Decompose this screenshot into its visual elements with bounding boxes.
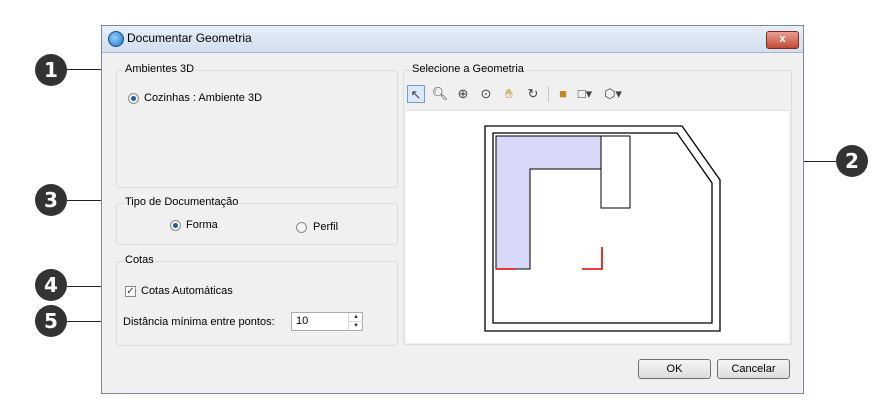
ambiente-item[interactable]: Cozinhas : Ambiente 3D [128,92,328,106]
floor-plan-drawing[interactable] [406,111,789,343]
documentar-geometria-dialog: Documentar Geometria x Ambientes 3D Cozi… [101,25,804,394]
distancia-stepper[interactable]: 10 ▲ ▼ [291,312,363,331]
highlighted-region [495,135,602,270]
distancia-value[interactable]: 10 [296,315,308,327]
title-bar[interactable]: Documentar Geometria x [102,26,803,53]
window-title: Documentar Geometria [127,31,252,45]
cotas-group [116,261,398,346]
cotas-automaticas-checkbox[interactable]: ✓ [125,286,136,297]
wireframe-view-icon[interactable]: □▾ [576,85,594,103]
app-icon [108,31,124,47]
ambiente-radio[interactable] [128,93,139,104]
ok-button[interactable]: OK [638,359,711,379]
zoom-window-icon[interactable]: ⊙ [477,85,495,103]
perfil-radio[interactable] [296,222,307,233]
tipo-legend: Tipo de Documentação [124,196,240,208]
close-button[interactable]: x [766,31,799,49]
callout-1: 1 [35,54,67,86]
select-arrow-icon[interactable]: ↖ [407,85,425,103]
geometria-legend: Selecione a Geometria [411,63,525,75]
callout-4: 4 [35,269,67,301]
spin-down-button[interactable]: ▼ [348,322,363,330]
zoom-realtime-icon[interactable]: 🔍︎ [431,85,449,103]
orbit-icon[interactable]: ↻ [524,85,542,103]
callout-2: 2 [836,145,868,177]
forma-label[interactable]: Forma [186,219,218,232]
toolbar-separator [548,86,549,102]
spin-up-button[interactable]: ▲ [348,313,363,322]
distancia-label: Distância mínima entre pontos: [123,316,275,328]
forma-radio[interactable] [170,220,181,231]
marker-red-right [582,247,603,270]
callout-5: 5 [35,305,67,337]
view-cube-icon[interactable]: ⬡▾ [604,85,622,103]
ambientes-legend: Ambientes 3D [124,63,196,75]
cancel-button[interactable]: Cancelar [717,359,790,379]
ambientes-group [116,70,398,188]
geometry-canvas[interactable] [406,110,789,343]
perfil-label[interactable]: Perfil [313,221,338,234]
view-toolbar: ↖ 🔍︎ ⊕ ⊙ ✋︎ ↻ ■ □▾ ⬡▾ [406,82,789,108]
cotas-legend: Cotas [124,254,155,266]
shaded-view-icon[interactable]: ■ [554,85,572,103]
cotas-automaticas-label[interactable]: Cotas Automáticas [141,285,233,298]
zoom-in-icon[interactable]: ⊕ [454,85,472,103]
tipo-group [116,203,398,245]
ambiente-label: Cozinhas : Ambiente 3D [144,92,263,104]
tall-cabinet [600,135,631,209]
callout-3: 3 [35,184,67,216]
pan-hand-icon[interactable]: ✋︎ [500,85,518,103]
